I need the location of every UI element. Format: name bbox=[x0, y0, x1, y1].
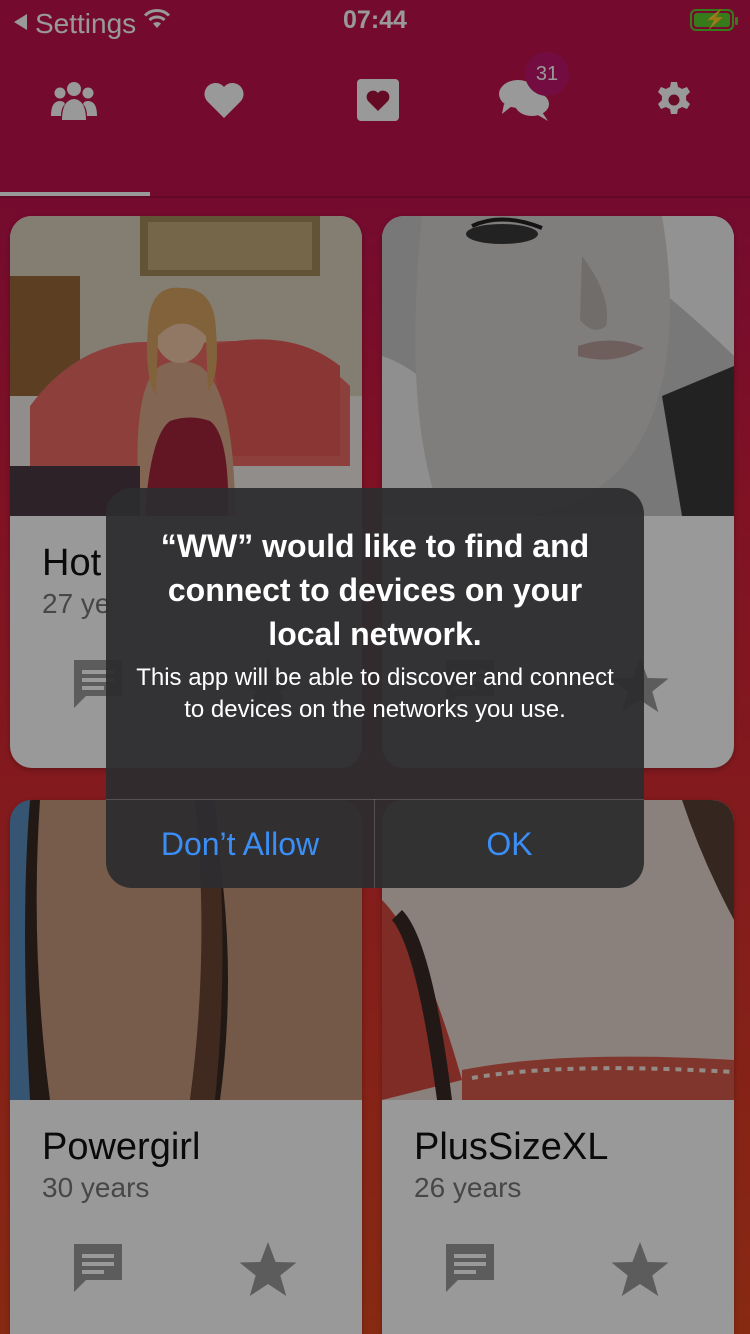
alert-message: This app will be able to discover and co… bbox=[136, 664, 614, 723]
dont-allow-button[interactable]: Don’t Allow bbox=[106, 800, 374, 888]
alert-title: “WW” would like to find and connect to d… bbox=[160, 528, 590, 652]
local-network-permission-alert: “WW” would like to find and connect to d… bbox=[106, 488, 644, 888]
ok-button[interactable]: OK bbox=[375, 800, 644, 888]
